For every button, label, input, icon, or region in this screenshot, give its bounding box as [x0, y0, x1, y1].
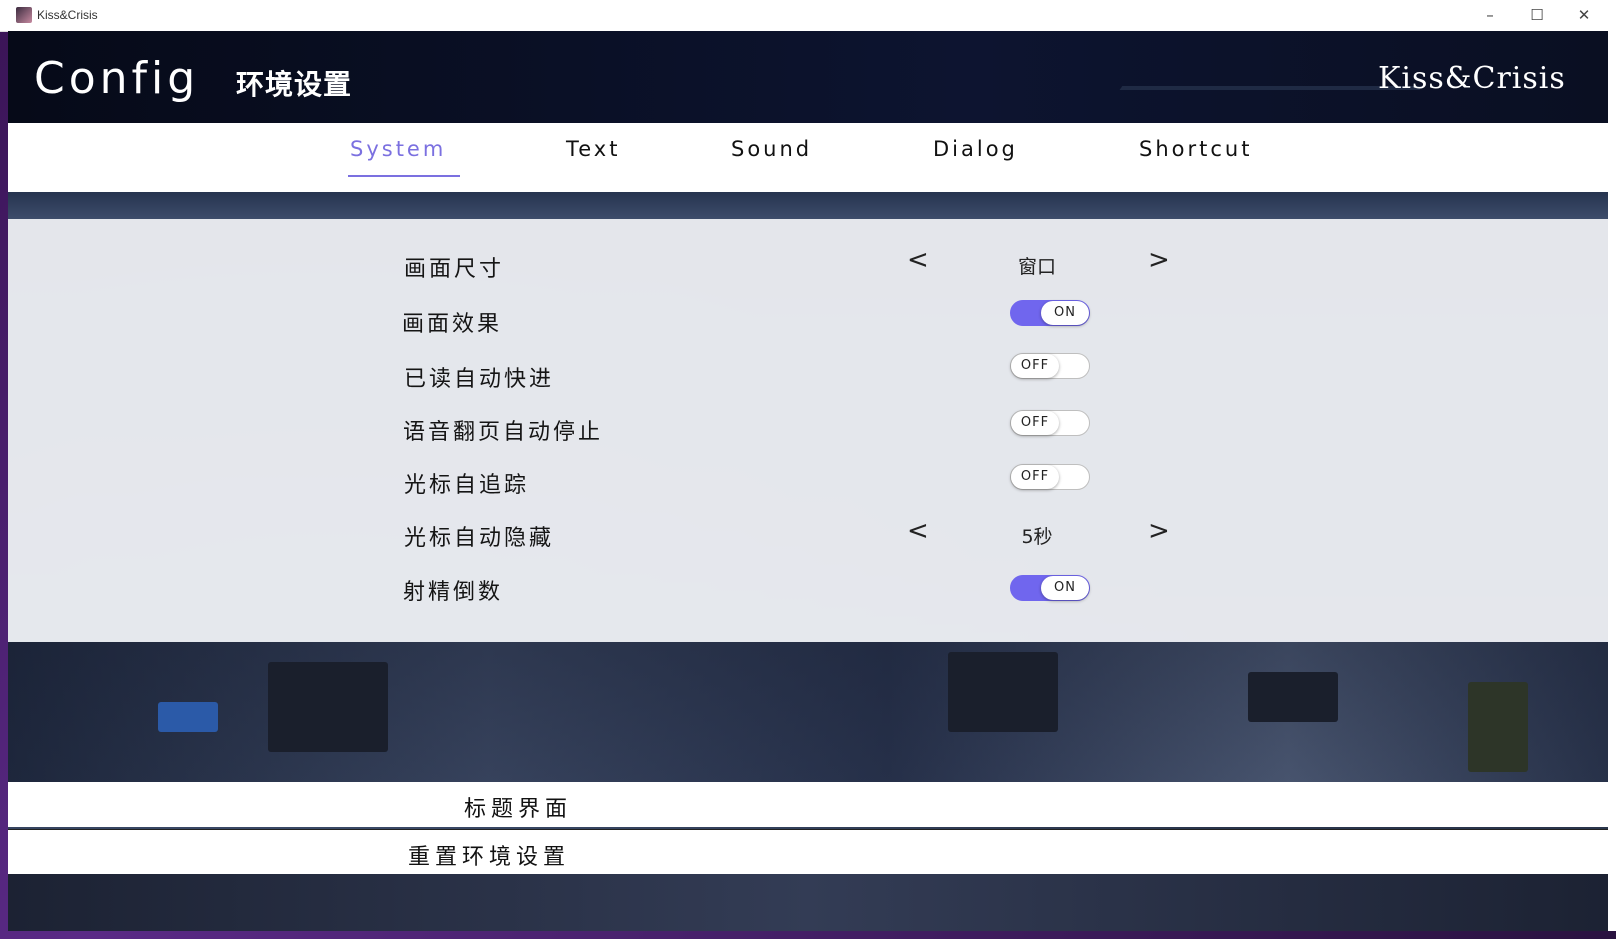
- game-viewport: Config 环境设置 Kiss&Crisis System Text Soun…: [8, 31, 1608, 931]
- voice-stop-toggle[interactable]: OFF: [1010, 410, 1090, 436]
- setting-label-screen-effect: 画面效果: [402, 312, 503, 337]
- maximize-button[interactable]: ☐: [1514, 0, 1560, 31]
- game-logo: Kiss&Crisis: [1378, 61, 1566, 96]
- close-button[interactable]: ✕: [1561, 0, 1607, 31]
- page-subtitle: 环境设置: [236, 68, 353, 101]
- tab-sound[interactable]: Sound: [731, 137, 812, 161]
- reset-config-button[interactable]: 重置环境设置: [8, 829, 1608, 875]
- reset-config-button-label: 重置环境设置: [408, 845, 571, 870]
- screen-effect-toggle-knob: ON: [1041, 301, 1089, 325]
- window-title: Kiss&Crisis: [37, 8, 98, 22]
- tab-text[interactable]: Text: [566, 137, 620, 161]
- screen-size-prev-button[interactable]: <: [907, 245, 929, 275]
- cursor-track-toggle[interactable]: OFF: [1010, 464, 1090, 490]
- screen-size-next-button[interactable]: >: [1148, 245, 1170, 275]
- voice-stop-toggle-knob: OFF: [1011, 411, 1059, 435]
- adjacent-window-edge: [1608, 31, 1616, 931]
- setting-label-screen-size: 画面尺寸: [404, 257, 505, 282]
- active-tab-underline: [348, 175, 460, 177]
- tab-bar: System Text Sound Dialog Shortcut: [8, 123, 1608, 192]
- screen-effect-toggle[interactable]: ON: [1010, 300, 1090, 326]
- setting-label-skip-read: 已读自动快进: [404, 367, 555, 392]
- tab-shortcut[interactable]: Shortcut: [1139, 137, 1252, 161]
- setting-label-cursor-hide: 光标自动隐藏: [404, 526, 555, 551]
- header-decoration: [1093, 86, 1423, 127]
- cursor-hide-prev-button[interactable]: <: [907, 516, 929, 546]
- setting-label-cursor-track: 光标自追踪: [404, 473, 530, 498]
- tab-system[interactable]: System: [350, 137, 446, 161]
- setting-label-countdown: 射精倒数: [403, 580, 504, 605]
- settings-panel: 画面尺寸 < 窗口 > 画面效果 ON 已读自动快进 OFF 语音翻页自动停止 …: [8, 219, 1608, 642]
- title-screen-button-label: 标题界面: [464, 797, 573, 822]
- background-office-scene: [8, 642, 1608, 782]
- title-screen-button[interactable]: 标题界面: [8, 782, 1608, 827]
- cursor-track-toggle-knob: OFF: [1011, 465, 1059, 489]
- countdown-toggle[interactable]: ON: [1010, 575, 1090, 601]
- scene-object: [1468, 682, 1528, 772]
- scene-object: [1248, 672, 1338, 722]
- scene-object: [268, 662, 388, 752]
- countdown-toggle-knob: ON: [1041, 576, 1089, 600]
- background-band: [8, 192, 1608, 219]
- bottom-background-strip: [8, 874, 1608, 931]
- page-title: Config: [34, 53, 200, 104]
- scene-object: [158, 702, 218, 732]
- screen-size-value: 窗口: [1017, 256, 1056, 278]
- minimize-button[interactable]: –: [1467, 0, 1513, 31]
- title-bar: Kiss&Crisis – ☐ ✕: [0, 0, 1616, 32]
- app-window: Kiss&Crisis – ☐ ✕ Config 环境设置 Kiss&Crisi…: [0, 0, 1616, 939]
- skip-read-toggle-knob: OFF: [1011, 354, 1059, 378]
- cursor-hide-value: 5秒: [1021, 526, 1053, 548]
- cursor-hide-next-button[interactable]: >: [1148, 516, 1170, 546]
- app-icon: [16, 7, 32, 23]
- config-header: Config 环境设置 Kiss&Crisis: [8, 31, 1608, 127]
- setting-label-voice-stop: 语音翻页自动停止: [403, 420, 604, 445]
- tab-dialog[interactable]: Dialog: [933, 137, 1018, 161]
- skip-read-toggle[interactable]: OFF: [1010, 353, 1090, 379]
- scene-object: [948, 652, 1058, 732]
